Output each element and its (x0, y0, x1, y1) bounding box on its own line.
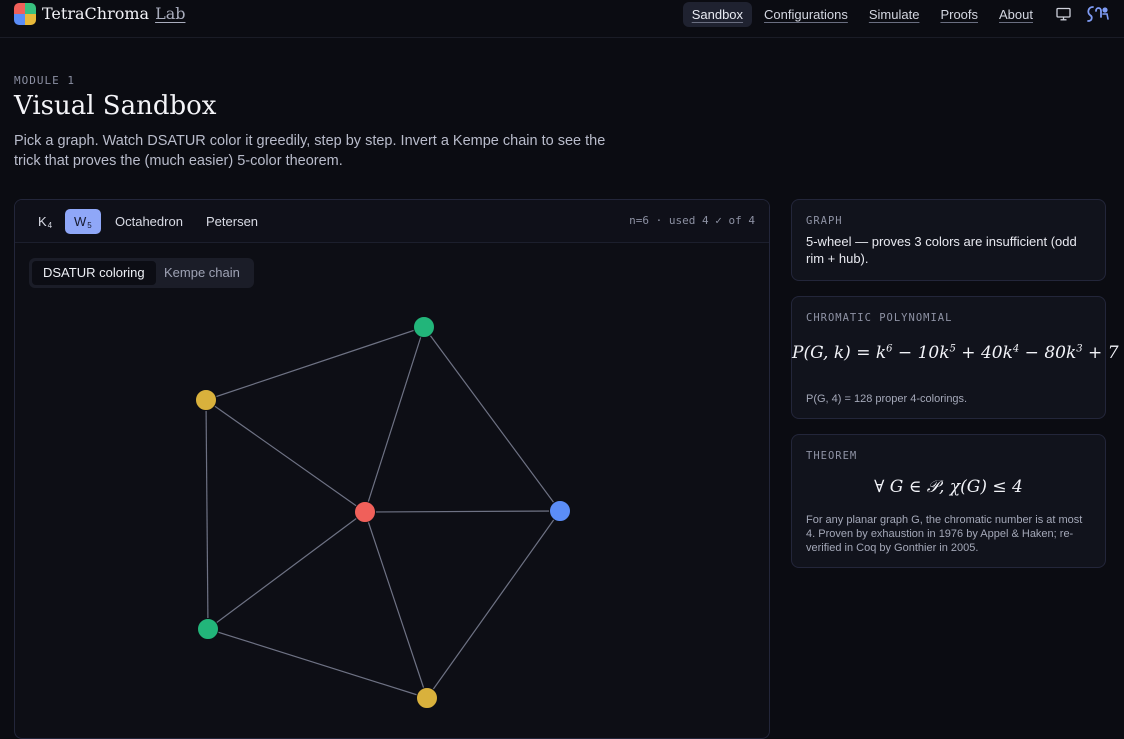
polynomial-lhs: P(G, k) = (792, 343, 876, 363)
edge-hub-left (205, 399, 366, 513)
brand-name: TetraChroma (42, 4, 150, 23)
vertex-hub[interactable] (354, 501, 376, 523)
graph-tab-octahedron[interactable]: Octahedron (106, 209, 192, 234)
coloring-stats: n=6 · used 4 ✓ of 4 (629, 214, 755, 227)
poly-term-4: − 80k (1019, 343, 1077, 363)
edge-hub-right (364, 510, 561, 513)
graph-tab-w5-sub: 5 (87, 221, 92, 230)
module-kicker: MODULE 1 (14, 74, 75, 87)
theorem-text: For any planar graph G, the chromatic nu… (806, 514, 1083, 554)
polynomial-card-label: CHROMATIC POLYNOMIAL (806, 312, 953, 324)
chromatic-polynomial: P(G, k) = k6 − 10k5 + 40k4 − 80k3 + 7 (792, 343, 1119, 363)
polynomial-card: CHROMATIC POLYNOMIAL P(G, k) = k6 − 10k5… (791, 296, 1119, 419)
page-title: Visual Sandbox (14, 91, 217, 121)
nav-configurations[interactable]: Configurations (755, 2, 857, 27)
poly-term-3: + 40k (955, 343, 1013, 363)
vertex-left[interactable] (195, 389, 217, 411)
logo-icon[interactable] (14, 3, 36, 25)
theorem-card-label: THEOREM (806, 450, 858, 462)
polynomial-note: P(G, 4) = 128 proper 4-colorings. (806, 393, 968, 405)
graph-edges (205, 326, 561, 699)
nav-about[interactable]: About (990, 2, 1042, 27)
graph-description: 5-wheel — proves 3 colors are insufficie… (806, 234, 1077, 266)
nav-sandbox[interactable]: Sandbox (682, 1, 753, 27)
graph-tab-w5[interactable]: W5 (65, 209, 101, 234)
edge-hub-bottom (364, 511, 428, 699)
nav-simulate[interactable]: Simulate (860, 2, 929, 27)
theorem-card: THEOREM ∀ G ∈ 𝒫, χ(G) ≤ 4 For any planar… (791, 434, 1106, 568)
graph-tab-k4-sub: 4 (47, 221, 53, 230)
graph-selector: K4 W5 Octahedron Petersen n=6 · used 4 ✓… (15, 200, 769, 243)
poly-term-5: + 7 (1082, 343, 1119, 363)
brand-link[interactable]: TetraChroma Lab (42, 4, 185, 23)
graph-card-label: GRAPH (806, 215, 843, 227)
brand-suffix: Lab (155, 4, 186, 23)
graph-tab-k4-label: K (38, 214, 47, 229)
edge-bottom-right (426, 510, 561, 699)
vertex-right[interactable] (549, 500, 571, 522)
monitor-icon[interactable] (1052, 3, 1074, 25)
edge-bl-bottom (207, 628, 428, 699)
poly-term-2: − 10k (892, 343, 950, 363)
main-nav: Sandbox Configurations Simulate Proofs A… (680, 0, 1110, 28)
vertex-bottom[interactable] (416, 687, 438, 709)
vertex-top[interactable] (413, 316, 435, 338)
graph-tab-petersen[interactable]: Petersen (197, 209, 267, 234)
edge-right-top (423, 326, 561, 512)
edge-left-bl (205, 399, 209, 630)
github-icon[interactable] (1084, 3, 1110, 25)
top-bar: TetraChroma Lab Sandbox Configurations Si… (0, 0, 1124, 38)
edge-hub-bl (207, 511, 366, 630)
page-lead: Pick a graph. Watch DSATUR color it gree… (14, 133, 606, 169)
graph-tab-k4[interactable]: K4 (29, 209, 61, 234)
nav-proofs[interactable]: Proofs (931, 2, 987, 27)
graph-info-card: GRAPH 5-wheel — proves 3 colors are insu… (791, 199, 1106, 281)
edge-top-left (205, 326, 425, 401)
graph-tab-w5-label: W (74, 214, 87, 229)
theorem-formula: ∀ G ∈ 𝒫, χ(G) ≤ 4 (874, 477, 1023, 497)
poly-term-1: k (875, 343, 887, 363)
sandbox-panel: K4 W5 Octahedron Petersen n=6 · used 4 ✓… (14, 199, 770, 739)
edge-hub-top (364, 326, 425, 513)
vertex-bl[interactable] (197, 618, 219, 640)
graph-canvas[interactable] (15, 243, 770, 739)
